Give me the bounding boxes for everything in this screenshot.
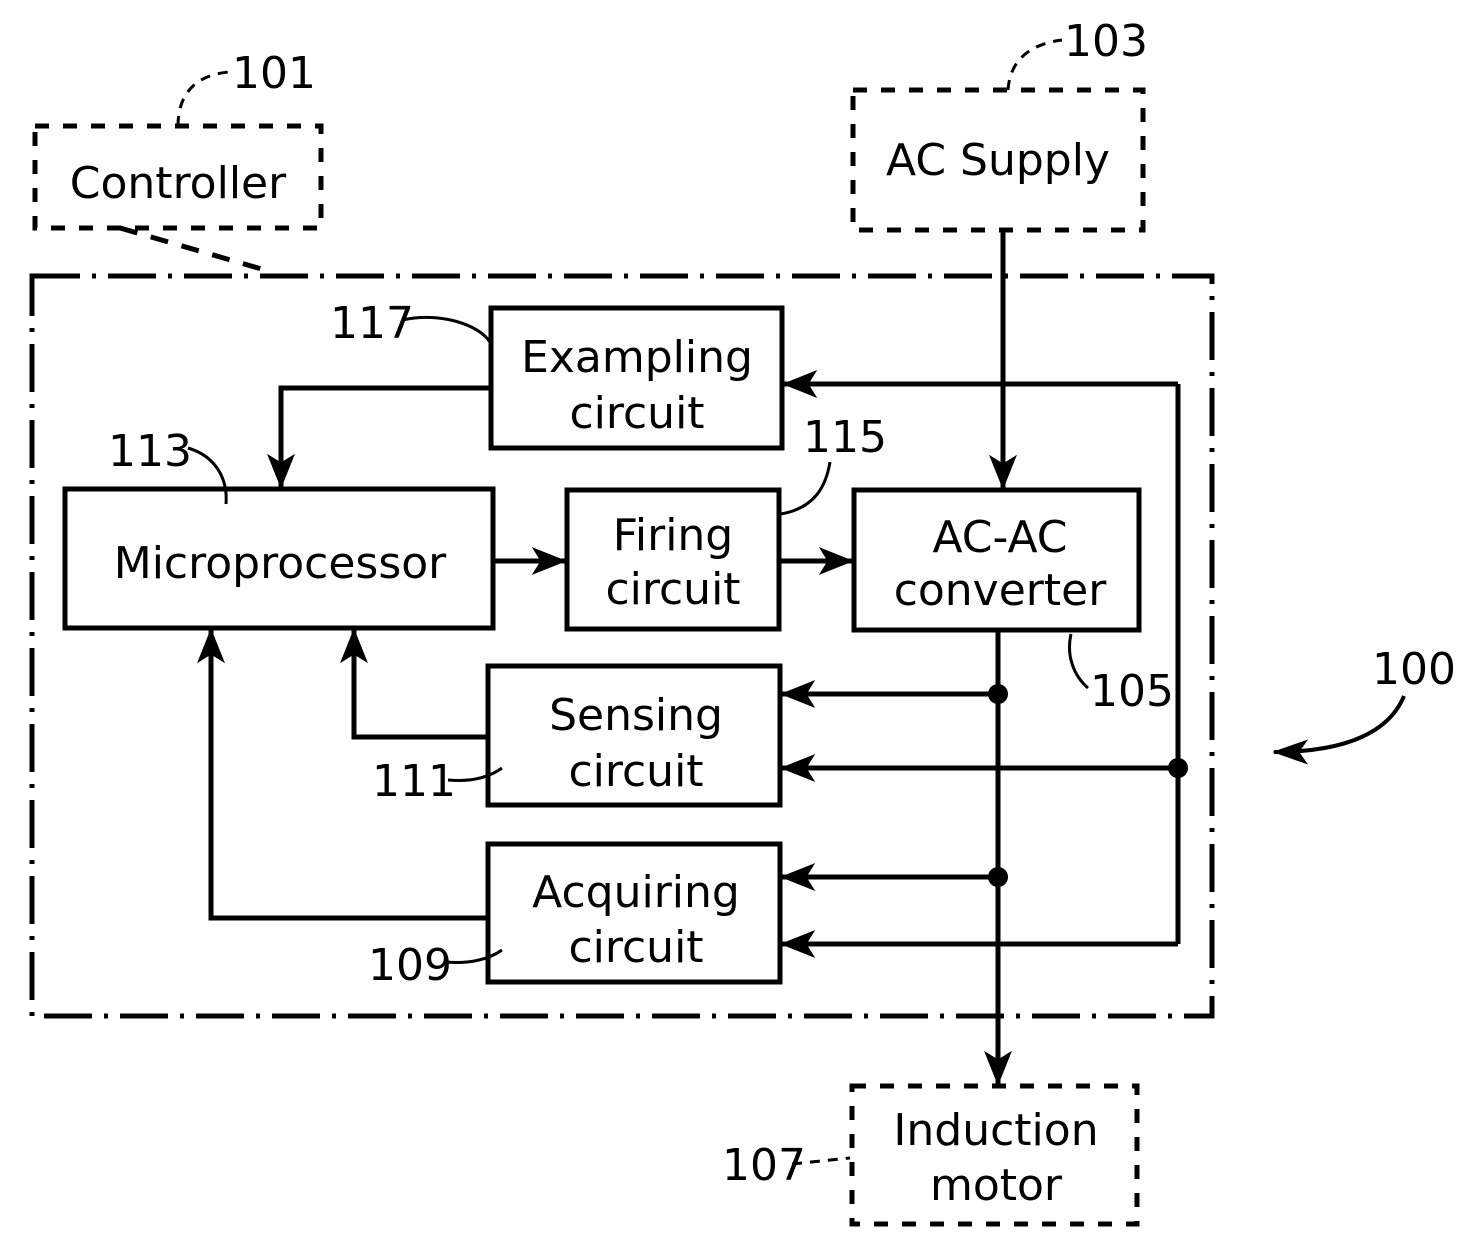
firing-leader [780,461,832,516]
ac-supply-label: AC Supply [886,135,1110,186]
induction-motor-label-line1: Induction [893,1105,1098,1156]
system-ref-arrow [1272,695,1406,765]
ref-109: 109 [368,940,452,991]
microprocessor-label: Microprocessor [114,538,447,589]
acquiring-circuit-block: Acquiring circuit [485,841,783,985]
firing-label-line1: Firing [613,510,733,561]
sensing-label-line2: circuit [568,746,703,797]
controller-label: Controller [70,158,287,209]
ac-supply-block: AC Supply [850,87,1146,233]
exampling-circuit-block: Exampling circuit [488,305,785,451]
firing-circuit-block: Firing circuit [564,487,782,632]
ref-107: 107 [722,1140,806,1191]
ref-111: 111 [372,756,456,807]
exampling-leader [401,316,492,343]
microprocessor-block: Microprocessor [62,486,496,631]
controller-link [119,225,266,273]
junction-dot [1168,758,1188,778]
wire-sensing-to-microprocessor [340,628,488,740]
sensing-label-line1: Sensing [549,690,723,741]
ref-100: 100 [1372,644,1456,695]
wire-exampling-to-microprocessor [267,385,491,489]
ref-115: 115 [803,412,887,463]
ref-101: 101 [232,48,316,99]
converter-label-line2: converter [894,565,1108,616]
ref-103: 103 [1064,16,1148,67]
exampling-label-line1: Exampling [521,332,753,383]
induction-motor-label-line2: motor [930,1160,1063,1211]
ref-113: 113 [108,426,192,477]
block-diagram: Controller 101 AC Supply 103 Induction m… [29,16,1456,1227]
ref-105: 105 [1090,666,1174,717]
acquiring-label-line2: circuit [568,922,703,973]
controller-leader [176,70,231,127]
ref-117: 117 [330,298,414,349]
acquiring-label-line1: Acquiring [532,867,740,918]
ac-supply-leader [1006,38,1063,91]
controller-block: Controller [32,123,324,231]
junction-dot [988,684,1008,704]
exampling-label-line2: circuit [569,388,704,439]
converter-label-line1: AC-AC [932,512,1067,563]
junction-dot [988,867,1008,887]
firing-label-line2: circuit [605,564,740,615]
sensing-circuit-block: Sensing circuit [485,663,783,808]
induction-motor-block: Induction motor [849,1083,1140,1227]
converter-leader [1068,633,1090,690]
ac-ac-converter-block: AC-AC converter [851,487,1142,633]
